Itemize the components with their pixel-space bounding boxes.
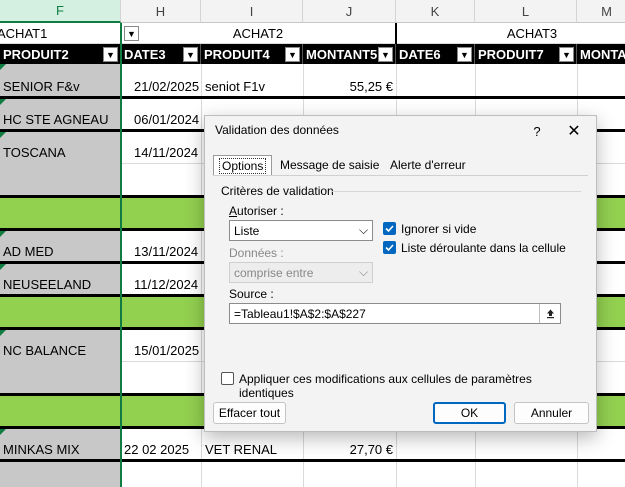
- table-cell[interactable]: NEUSEELAND: [0, 270, 121, 298]
- note-indicator-icon: [0, 330, 6, 336]
- group-label: ACHAT1: [0, 25, 48, 41]
- allow-value: Liste: [234, 223, 260, 238]
- close-icon[interactable]: ✕: [563, 121, 585, 141]
- table-cell[interactable]: seniot F1v: [202, 72, 302, 100]
- chevron-down-icon: ⌵: [358, 265, 369, 279]
- chevron-down-icon[interactable]: ▼: [378, 47, 393, 62]
- allow-label: Autoriser :: [229, 204, 284, 218]
- clear-all-button[interactable]: Effacer tout: [213, 402, 286, 424]
- column-header-F[interactable]: F: [0, 0, 121, 23]
- options-panel: Critères de validation Autoriser : Liste…: [213, 175, 588, 400]
- header-label: PRODUIT4: [204, 46, 270, 62]
- allow-select[interactable]: Liste ⌵: [229, 220, 373, 241]
- data-label: Données :: [229, 246, 284, 260]
- chevron-down-icon[interactable]: ▼: [103, 47, 118, 62]
- table-header-montant5[interactable]: MONTANT5 ▼: [303, 44, 396, 64]
- column-header-H[interactable]: H: [121, 0, 201, 23]
- group-label: ACHAT2: [232, 25, 284, 41]
- apply-all-label[interactable]: Appliquer ces modifications aux cellules…: [239, 372, 588, 400]
- table-cell[interactable]: 13/11/2024: [131, 237, 203, 265]
- column-header-M[interactable]: M: [577, 0, 625, 23]
- note-indicator-icon: [0, 99, 6, 105]
- column-header-I[interactable]: I: [201, 0, 303, 23]
- table-cell[interactable]: 55,25 €: [304, 72, 396, 100]
- chevron-down-icon[interactable]: ▼: [285, 47, 300, 62]
- table-cell[interactable]: 14/11/2024: [131, 138, 203, 166]
- note-indicator-icon: [0, 132, 6, 138]
- chevron-down-icon[interactable]: ▼: [124, 26, 139, 41]
- table-header-produit2[interactable]: PRODUIT2 ▼: [0, 44, 121, 64]
- tab-label: Message de saisie: [280, 158, 380, 172]
- help-icon[interactable]: ?: [527, 121, 547, 141]
- data-validation-dialog: Validation des données ? ✕ Options Messa…: [204, 115, 597, 432]
- table-header-date6[interactable]: DATE6 ▼: [396, 44, 475, 64]
- in-cell-dropdown-checkbox[interactable]: [383, 241, 396, 254]
- table-header-produit7[interactable]: PRODUIT7 ▼: [475, 44, 577, 64]
- header-label: MONTA: [580, 46, 625, 62]
- chevron-down-icon[interactable]: ▼: [183, 47, 198, 62]
- header-label: DATE3: [124, 46, 166, 62]
- header-label: MONTANT5: [306, 46, 378, 62]
- group-header-achat1[interactable]: ACHAT1: [0, 23, 121, 44]
- column-header-J[interactable]: J: [303, 0, 396, 23]
- data-select: comprise entre ⌵: [229, 262, 373, 283]
- collapse-dialog-icon[interactable]: [539, 304, 560, 323]
- table-cell[interactable]: SENIOR F&v: [0, 72, 121, 100]
- note-indicator-icon: [0, 429, 6, 435]
- table-cell[interactable]: 21/02/2025: [131, 72, 203, 100]
- table-cell[interactable]: 15/01/2025: [131, 336, 203, 364]
- note-indicator-icon: [0, 64, 6, 70]
- data-value: comprise entre: [234, 265, 314, 280]
- section-title: Critères de validation: [221, 184, 334, 198]
- in-cell-dropdown-label[interactable]: Liste déroulante dans la cellule: [401, 241, 566, 255]
- tab-options[interactable]: Options: [213, 155, 273, 176]
- ignore-blank-checkbox[interactable]: [383, 222, 396, 235]
- table-cell[interactable]: NC BALANCE: [0, 336, 121, 364]
- chevron-down-icon[interactable]: ▼: [457, 47, 472, 62]
- tab-label: Options: [219, 158, 267, 174]
- tab-input-message[interactable]: Message de saisie: [275, 155, 384, 175]
- ignore-blank-label[interactable]: Ignorer si vide: [401, 222, 476, 236]
- note-indicator-icon: [0, 264, 6, 270]
- table-cell[interactable]: TOSCANA: [0, 138, 121, 166]
- tab-error-alert[interactable]: Alerte d'erreur: [385, 155, 471, 175]
- note-indicator-icon: [0, 231, 6, 237]
- source-input[interactable]: =Tableau1!$A$2:$A$227: [229, 303, 561, 324]
- chevron-down-icon: ⌵: [358, 223, 369, 237]
- table-cell[interactable]: VET RENAL: [202, 435, 302, 463]
- table-header-montant8[interactable]: MONTA: [577, 44, 625, 64]
- source-value: =Tableau1!$A$2:$A$227: [234, 306, 366, 321]
- tab-label: Alerte d'erreur: [390, 158, 466, 172]
- table-header-date3[interactable]: DATE3 ▼: [121, 44, 201, 64]
- column-header-L[interactable]: L: [475, 0, 577, 23]
- group-header-achat3[interactable]: ACHAT3: [396, 23, 625, 44]
- dialog-title: Validation des données: [215, 123, 339, 137]
- table-cell[interactable]: 06/01/2024: [131, 105, 203, 133]
- header-label: PRODUIT7: [478, 46, 544, 62]
- header-label: DATE6: [399, 46, 441, 62]
- cancel-button[interactable]: Annuler: [514, 402, 589, 424]
- source-label: Source :: [229, 287, 274, 301]
- table-cell[interactable]: MINKAS MIX: [0, 435, 121, 463]
- header-label: PRODUIT2: [3, 46, 69, 62]
- group-header-achat2[interactable]: ACHAT2: [121, 23, 396, 44]
- chevron-down-icon[interactable]: ▼: [559, 47, 574, 62]
- table-cell[interactable]: HC STE AGNEAU: [0, 105, 121, 133]
- table-cell[interactable]: 11/12/2024: [131, 270, 203, 298]
- table-cell[interactable]: 22 02 2025: [121, 435, 201, 463]
- table-cell[interactable]: 27,70 €: [304, 435, 396, 463]
- group-label: ACHAT3: [506, 25, 558, 41]
- apply-all-checkbox[interactable]: [221, 372, 234, 385]
- table-header-produit4[interactable]: PRODUIT4 ▼: [201, 44, 303, 64]
- table-cell[interactable]: AD MED: [0, 237, 121, 265]
- ok-button[interactable]: OK: [433, 402, 506, 424]
- column-header-K[interactable]: K: [396, 0, 475, 23]
